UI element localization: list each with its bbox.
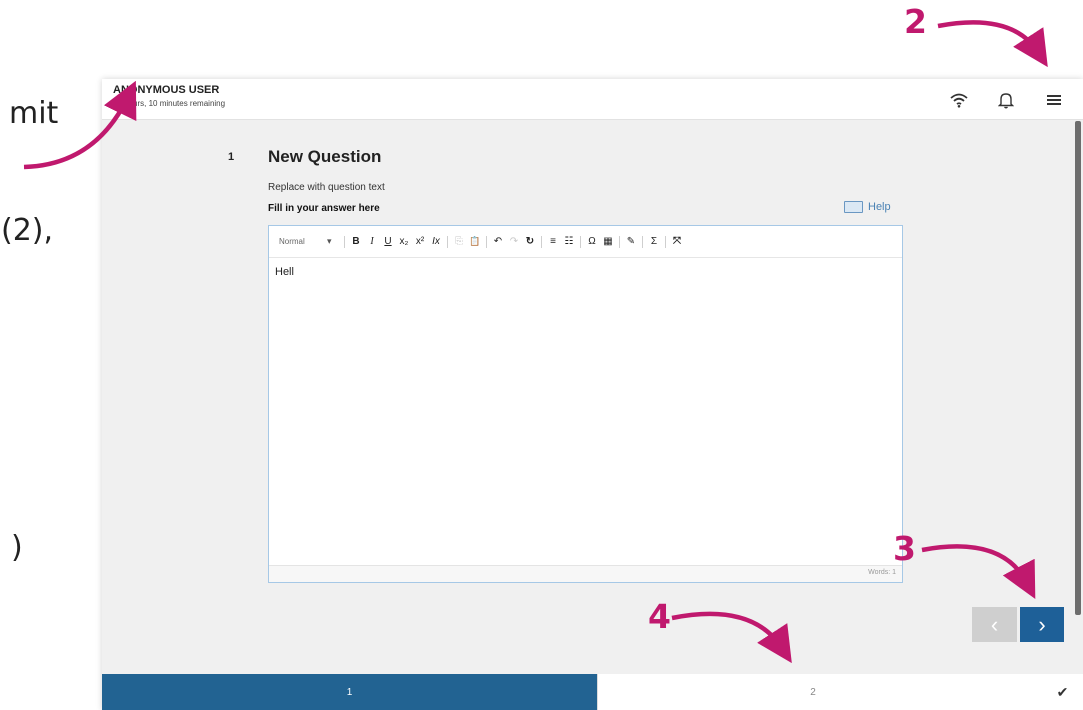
annotation-arrow-3 [921, 544, 1036, 599]
annotation-number-4: 4 [648, 597, 671, 636]
annotation-arrow-4 [671, 611, 792, 664]
annotation-arrow-1 [23, 80, 137, 170]
annotation-number-2: 2 [904, 2, 927, 41]
annotation-number-3: 3 [893, 529, 916, 568]
annotation-arrows [23, 20, 1048, 664]
annotation-arrow-2 [937, 20, 1048, 68]
